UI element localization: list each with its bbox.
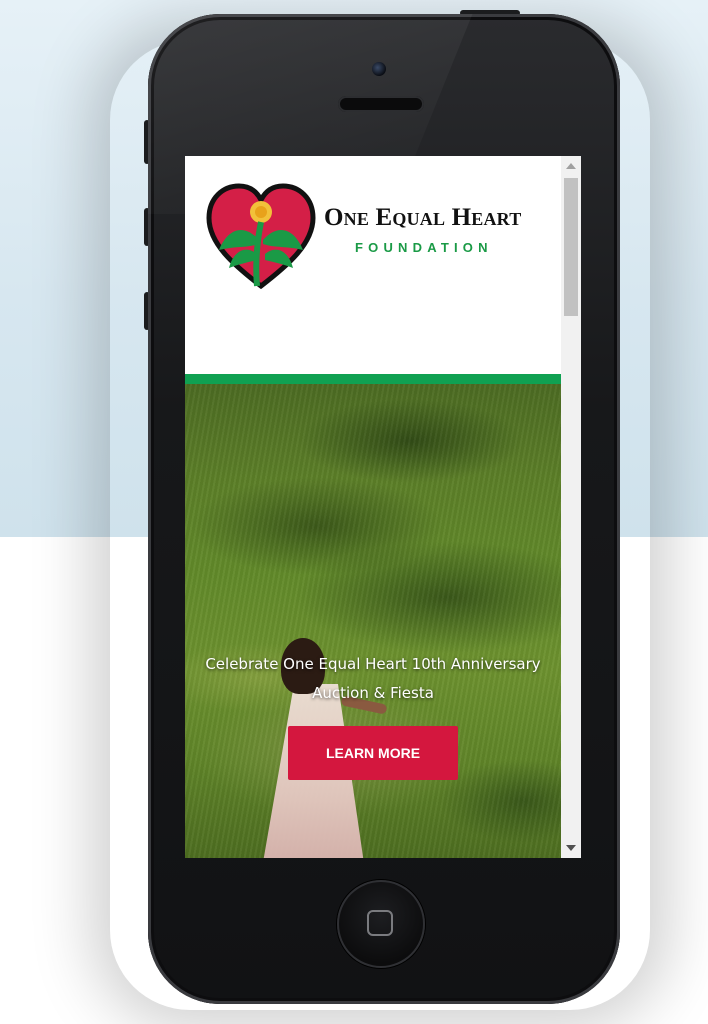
- hero-title-line-1: Celebrate One Equal Heart 10th Anniversa…: [205, 655, 541, 673]
- scroll-down-arrow-icon[interactable]: [566, 845, 576, 851]
- brand-name[interactable]: One Equal Heart: [324, 204, 564, 232]
- brand-subtitle: FOUNDATION: [355, 240, 493, 255]
- front-camera-icon: [372, 62, 386, 76]
- heart-plant-logo-icon[interactable]: [205, 182, 317, 294]
- scroll-up-arrow-icon[interactable]: [566, 163, 576, 169]
- site-header: One Equal Heart FOUNDATION: [185, 156, 561, 374]
- phone-screen: One Equal Heart FOUNDATION Celebrate One…: [185, 156, 581, 858]
- scrollbar[interactable]: [561, 156, 581, 858]
- hero-title-line-2: Auction & Fiesta: [312, 684, 434, 702]
- header-divider: [185, 374, 561, 384]
- earpiece-speaker: [338, 96, 424, 112]
- hero-banner: Celebrate One Equal Heart 10th Anniversa…: [185, 384, 561, 858]
- grass-texture: [185, 384, 561, 858]
- learn-more-button[interactable]: LEARN MORE: [288, 726, 458, 780]
- hero-title: Celebrate One Equal Heart 10th Anniversa…: [185, 650, 561, 708]
- scrollbar-thumb[interactable]: [564, 178, 578, 316]
- home-button-icon: [367, 910, 393, 936]
